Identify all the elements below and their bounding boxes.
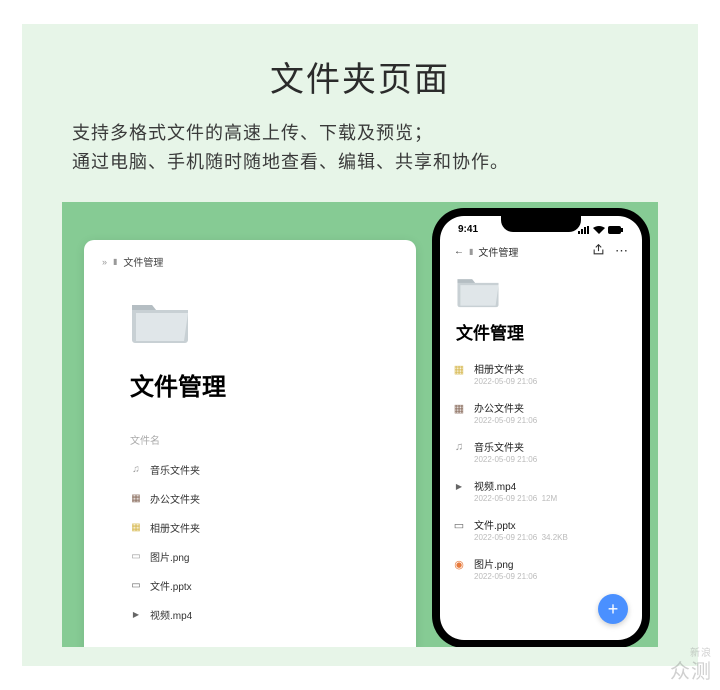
subtitle-line-1: 支持多格式文件的高速上传、下载及预览； (72, 123, 433, 143)
status-icons (578, 226, 624, 234)
signal-icon (578, 226, 590, 234)
file-name: 图片.png (150, 549, 189, 564)
file-row[interactable]: 办公文件夹 (130, 484, 398, 513)
file-row[interactable]: 相册文件夹2022-05-09 21:06 (452, 354, 630, 393)
breadcrumb-sep: » (102, 257, 107, 267)
folder-icon (469, 246, 473, 257)
phone-folder-hero-icon (456, 273, 500, 309)
folder-hero-icon (130, 297, 190, 345)
file-icon (130, 522, 142, 534)
folder-icon (113, 256, 117, 267)
file-row[interactable]: 文件.pptx2022-05-09 21:06 34.2KB (452, 510, 630, 549)
file-icon (130, 609, 142, 621)
breadcrumb-label: 文件管理 (123, 254, 163, 269)
nav-breadcrumb[interactable]: ← 文件管理 (454, 244, 518, 259)
file-name: 办公文件夹 (150, 491, 200, 506)
file-row[interactable]: 图片.png2022-05-09 21:06 (452, 549, 630, 588)
file-row[interactable]: 音乐文件夹 (130, 455, 398, 484)
nav-label: 文件管理 (478, 244, 518, 259)
add-button[interactable]: + (598, 594, 628, 624)
promo-frame: 文件夹页面 支持多格式文件的高速上传、下载及预览； 通过电脑、手机随时随地查看、… (22, 24, 698, 666)
phone-title: 文件管理 (456, 319, 630, 344)
file-meta: 2022-05-09 21:06 12M (474, 494, 557, 503)
file-icon (452, 518, 466, 532)
file-name: 图片.png (474, 556, 537, 571)
breadcrumb[interactable]: » 文件管理 (102, 254, 398, 269)
file-row[interactable]: 办公文件夹2022-05-09 21:06 (452, 393, 630, 432)
file-icon (452, 401, 466, 415)
file-icon (452, 440, 466, 454)
battery-icon (608, 226, 624, 234)
file-name: 视频.mp4 (474, 478, 557, 493)
file-icon (130, 464, 142, 476)
phone-notch (501, 216, 581, 232)
file-row[interactable]: 视频.mp4 (130, 600, 398, 629)
back-icon[interactable]: ← (454, 246, 464, 257)
file-row[interactable]: 相册文件夹 (130, 513, 398, 542)
phone-screen: 9:41 ← 文件管理 (440, 216, 642, 640)
nav-bar: ← 文件管理 ⋯ (452, 241, 630, 267)
file-meta: 2022-05-09 21:06 34.2KB (474, 533, 568, 542)
phone-frame: 9:41 ← 文件管理 (432, 208, 650, 647)
status-time: 9:41 (458, 224, 478, 235)
file-name: 视频.mp4 (150, 607, 192, 622)
file-row[interactable]: 视频.mp42022-05-09 21:06 12M (452, 471, 630, 510)
file-name: 音乐文件夹 (150, 462, 200, 477)
wifi-icon (593, 226, 605, 234)
watermark-large: 众测 (670, 661, 712, 683)
desktop-title: 文件管理 (130, 367, 398, 402)
file-meta: 2022-05-09 21:06 (474, 455, 537, 464)
phone-file-list: 相册文件夹2022-05-09 21:06办公文件夹2022-05-09 21:… (452, 354, 630, 588)
file-name: 音乐文件夹 (474, 439, 537, 454)
desktop-file-list: 音乐文件夹办公文件夹相册文件夹图片.png 文件.pptx 视频.mp4 (130, 455, 398, 629)
share-icon[interactable] (592, 243, 605, 259)
file-name: 相册文件夹 (150, 520, 200, 535)
desktop-panel: » 文件管理 文件管理 文件名 音乐文件夹办公文件夹相册文件夹图片.png 文件.… (84, 240, 416, 647)
file-name: 文件.pptx (474, 517, 568, 532)
file-name: 办公文件夹 (474, 400, 537, 415)
file-meta: 2022-05-09 21:06 (474, 377, 537, 386)
file-row[interactable]: 图片.png (130, 542, 398, 571)
column-header: 文件名 (130, 432, 398, 447)
file-icon (452, 479, 466, 493)
watermark-small: 新浪 (670, 644, 712, 659)
subtitle-line-2: 通过电脑、手机随时随地查看、编辑、共享和协作。 (72, 152, 509, 172)
watermark: 新浪 众测 (670, 644, 712, 684)
file-icon (130, 580, 142, 592)
file-icon (130, 493, 142, 505)
file-meta: 2022-05-09 21:06 (474, 416, 537, 425)
page-title: 文件夹页面 (22, 24, 698, 101)
more-icon[interactable]: ⋯ (615, 243, 628, 259)
stage: » 文件管理 文件管理 文件名 音乐文件夹办公文件夹相册文件夹图片.png文件.… (62, 202, 658, 647)
file-icon (452, 557, 466, 571)
file-name: 文件.pptx (150, 578, 192, 593)
file-name: 相册文件夹 (474, 361, 537, 376)
file-icon (130, 551, 142, 563)
file-row[interactable]: 音乐文件夹2022-05-09 21:06 (452, 432, 630, 471)
file-row[interactable]: 文件.pptx (130, 571, 398, 600)
file-icon (452, 362, 466, 376)
file-meta: 2022-05-09 21:06 (474, 572, 537, 581)
page-subtitle: 支持多格式文件的高速上传、下载及预览； 通过电脑、手机随时随地查看、编辑、共享和… (72, 119, 658, 177)
